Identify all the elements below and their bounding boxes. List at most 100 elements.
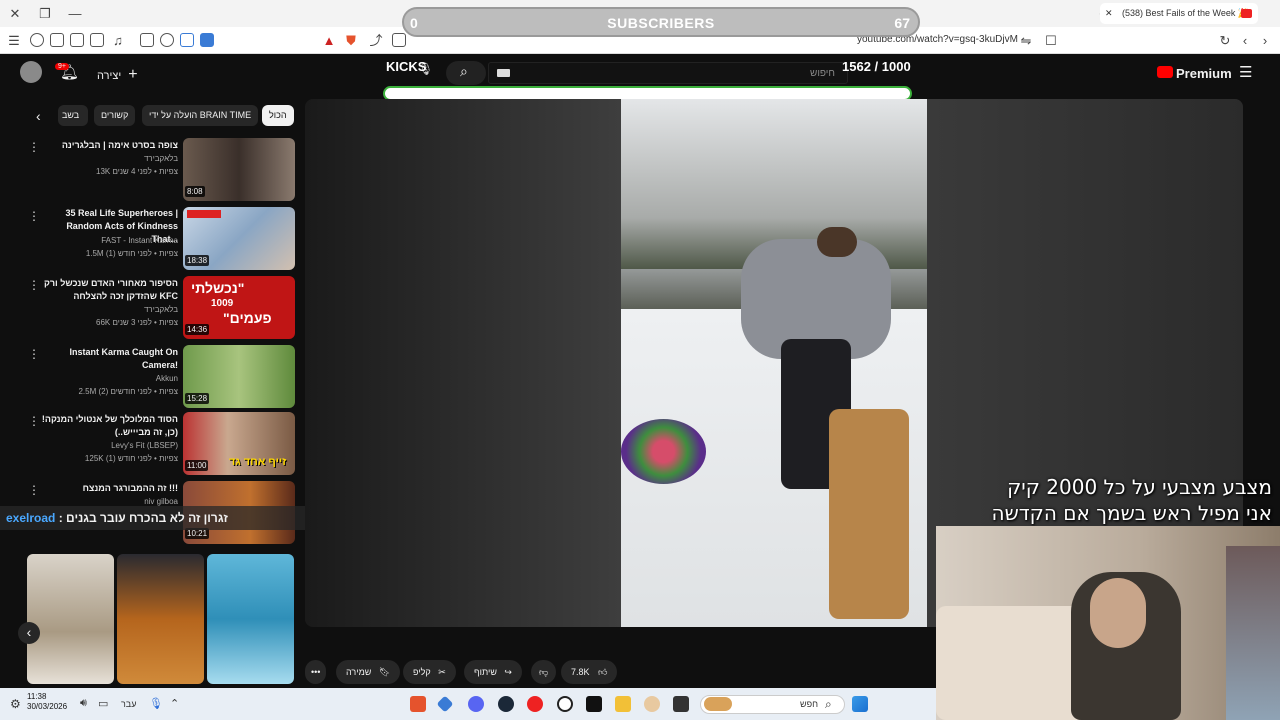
create-button[interactable]: יצירה + xyxy=(97,66,138,84)
channel-name[interactable]: niv gilboa xyxy=(144,497,178,506)
like-button[interactable]: 7.8K 👍︎ xyxy=(561,660,618,684)
youtube-app-icon[interactable] xyxy=(527,696,543,712)
brave-browser-icon[interactable] xyxy=(410,696,426,712)
more-vert-icon[interactable]: ⋮ xyxy=(28,278,40,292)
video-frame[interactable] xyxy=(621,99,927,627)
create-label: יצירה xyxy=(97,70,122,82)
more-actions-button[interactable]: ••• xyxy=(305,660,327,684)
short-thumbnail[interactable] xyxy=(117,554,204,684)
chevron-up-icon[interactable]: ⌃ xyxy=(170,697,179,710)
clip-button[interactable]: קליפ ✂ xyxy=(403,660,456,684)
app-avatar-icon[interactable] xyxy=(644,696,660,712)
short-thumbnail[interactable] xyxy=(207,554,294,684)
netflix-icon[interactable] xyxy=(586,696,602,712)
terminal-icon[interactable] xyxy=(673,696,689,712)
shelf xyxy=(1226,546,1280,720)
keyboard-icon[interactable] xyxy=(497,69,510,77)
shorts-prev-button[interactable]: ‹ xyxy=(18,622,40,644)
chip-related[interactable]: קשורים xyxy=(94,105,136,126)
steam-icon[interactable] xyxy=(498,696,514,712)
microphone-tray-icon[interactable]: 🎙︎ xyxy=(149,697,163,710)
short-thumbnail[interactable] xyxy=(27,554,114,684)
list-item[interactable]: זייף אחד גד 11:00 הסוד המלוכלך של אנטולי… xyxy=(0,412,300,476)
channel-name[interactable]: FAST - Instant Karma xyxy=(101,236,178,245)
thumbs-down-icon: 👎︎ xyxy=(539,667,549,677)
save-button[interactable]: שמירה 🔖︎ xyxy=(336,660,401,684)
thumbnail-text: "נכשלתי xyxy=(191,280,245,296)
chevron-left-icon[interactable]: ‹ xyxy=(36,108,41,124)
search-icon: ⌕ xyxy=(460,63,468,79)
video-title[interactable]: הסיפור מאחורי האדם שנכשל ורק שהזדקן זכה … xyxy=(38,277,178,303)
translate-icon[interactable] xyxy=(180,33,194,47)
reload-icon[interactable]: ↻ xyxy=(1215,27,1235,54)
settings-gear-icon[interactable]: ⚙ xyxy=(10,697,21,711)
share-label: שיתוף xyxy=(474,667,497,677)
chat-username: exelroad xyxy=(6,511,56,525)
video-title[interactable]: הסוד המלוכלך של אנטולי המנקה! (כן, זה מב… xyxy=(38,413,178,439)
premium-logo[interactable]: Premium xyxy=(1176,66,1232,81)
more-vert-icon[interactable]: ⋮ xyxy=(28,347,40,361)
channel-name[interactable]: Akkun xyxy=(156,374,178,383)
scissors-icon: ✂ xyxy=(438,667,446,677)
brave-shield-icon[interactable]: ⛊ xyxy=(341,27,361,54)
search-input[interactable]: חיפוש xyxy=(488,62,848,84)
list-item[interactable]: "נכשלתי 1009 פעמים" 14:36 הסיפור מאחורי … xyxy=(0,276,300,340)
share-button[interactable]: שיתוף ↪ xyxy=(464,660,522,684)
menu-icon[interactable]: ☰ xyxy=(4,27,24,54)
video-title[interactable]: צופה בסרט אימה | הבלגרינה xyxy=(38,139,178,152)
save-label: שמירה xyxy=(346,667,372,677)
chip-uploaded-by[interactable]: הועלה על ידי BRAIN TIME xyxy=(142,105,259,126)
tab-youtube[interactable]: ✕ (538) Best Fails of the Week 🎉 xyxy=(1100,3,1258,24)
close-window-icon[interactable]: ✕ xyxy=(5,0,25,27)
network-icon[interactable]: ▭ xyxy=(98,697,108,710)
tabs-icon[interactable] xyxy=(70,33,84,47)
video-title[interactable]: זה ההמבורגר המנצח !!! xyxy=(38,482,178,495)
minimize-window-icon[interactable]: — xyxy=(65,0,85,27)
windows-start-icon[interactable] xyxy=(852,696,868,712)
warning-icon[interactable]: ▲ xyxy=(319,27,339,54)
music-icon[interactable]: ♫ xyxy=(108,27,128,54)
bookmark-icon[interactable]: ☐ xyxy=(1041,27,1061,54)
search-button[interactable]: ⌕ xyxy=(446,61,486,85)
forward-icon[interactable]: › xyxy=(1255,27,1275,54)
thumbnail-text: פעמים" xyxy=(223,310,272,326)
chip-recent[interactable]: בשב xyxy=(58,105,88,126)
language-icon[interactable] xyxy=(200,33,214,47)
chip-all[interactable]: הכול xyxy=(262,105,294,126)
tab-title: (538) Best Fails of the Week 🎉 xyxy=(1122,8,1250,18)
cast-icon[interactable] xyxy=(392,33,406,47)
dislike-button[interactable]: 👎︎ xyxy=(531,660,557,684)
volume-icon[interactable]: 🔊︎ xyxy=(80,697,87,710)
restore-window-icon[interactable]: ❐ xyxy=(35,0,55,27)
history-icon[interactable] xyxy=(50,33,64,47)
sidebar-icon[interactable] xyxy=(90,33,104,47)
share-icon[interactable]: ⤴ xyxy=(366,27,386,54)
more-vert-icon[interactable]: ⋮ xyxy=(28,140,40,154)
file-explorer-icon[interactable] xyxy=(615,696,631,712)
channel-name[interactable]: בלאקבירד xyxy=(144,305,178,314)
channel-name[interactable]: Levy's Fit (LBSEP) xyxy=(111,441,178,450)
shield-icon[interactable] xyxy=(30,33,44,47)
list-item[interactable]: 8:08 צופה בסרט אימה | הבלגרינה בלאקבירד … xyxy=(0,138,300,202)
more-vert-icon[interactable]: ⋮ xyxy=(28,483,40,497)
channel-name[interactable]: בלאקבירד xyxy=(144,154,178,163)
site-settings-icon[interactable]: ⇋ xyxy=(1016,27,1036,54)
list-item[interactable]: 15:28 Instant Karma Caught On Camera! Ak… xyxy=(0,345,300,409)
extension-icon[interactable] xyxy=(140,33,154,47)
discord-icon[interactable] xyxy=(468,696,484,712)
list-item[interactable]: 18:38 35 Real Life Superheroes | Random … xyxy=(0,207,300,271)
kicks-count: 1562 / 1000 xyxy=(842,59,911,74)
kicks-label: KICKS xyxy=(386,59,427,74)
taskbar-clock[interactable]: 11:38 30/03/2026 xyxy=(27,692,67,712)
input-language[interactable]: עבר xyxy=(121,699,136,709)
tab-close-icon[interactable]: ✕ xyxy=(1105,3,1113,24)
chatgpt-icon[interactable] xyxy=(557,696,573,712)
video-title[interactable]: Instant Karma Caught On Camera! xyxy=(38,346,178,372)
avatar[interactable] xyxy=(20,61,42,83)
back-icon[interactable]: ‹ xyxy=(1235,27,1255,54)
youtube-logo-icon[interactable] xyxy=(1157,66,1173,78)
puzzle-icon[interactable] xyxy=(160,33,174,47)
more-vert-icon[interactable]: ⋮ xyxy=(28,414,40,428)
more-vert-icon[interactable]: ⋮ xyxy=(28,209,40,223)
hamburger-menu-icon[interactable]: ☰ xyxy=(1239,63,1252,81)
